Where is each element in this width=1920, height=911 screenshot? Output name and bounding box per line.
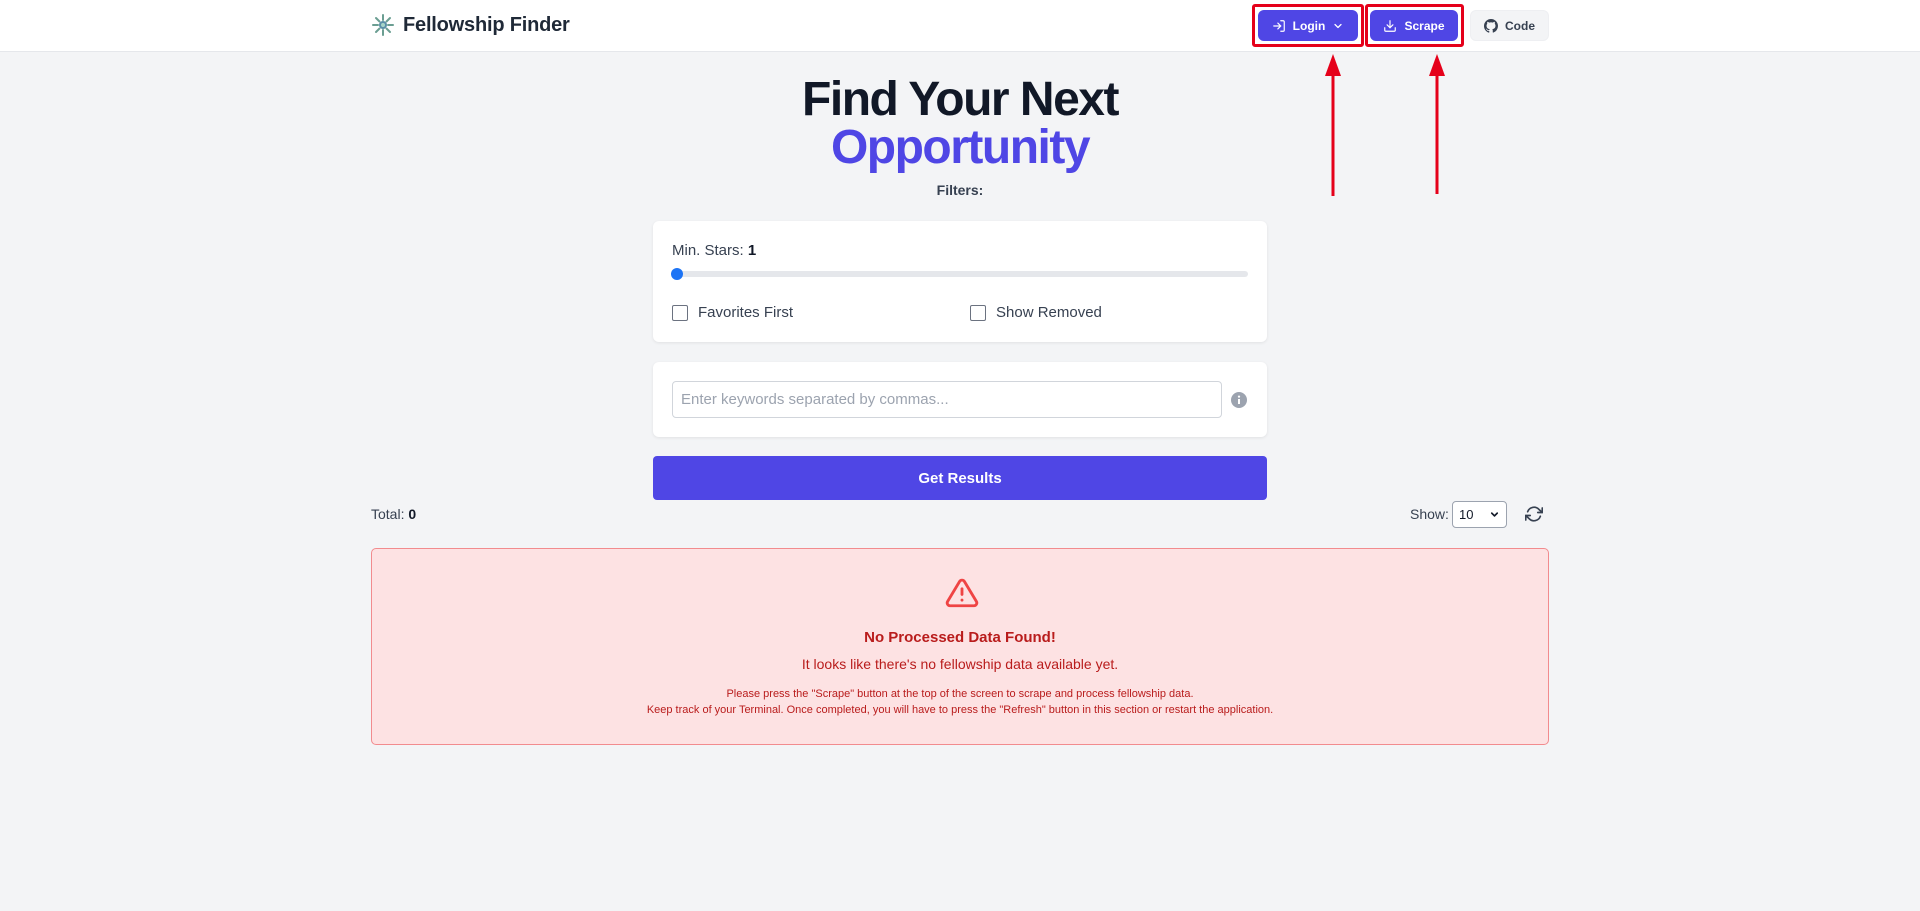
total-count: Total: 0 (371, 506, 416, 522)
info-icon[interactable] (1231, 392, 1247, 408)
min-stars-slider-track[interactable] (672, 271, 1248, 277)
show-removed-label: Show Removed (996, 304, 1102, 321)
alert-subtitle: It looks like there's no fellowship data… (801, 656, 1119, 672)
keywords-input[interactable] (672, 381, 1222, 418)
chevron-down-icon (1334, 23, 1342, 28)
total-value: 0 (408, 506, 417, 522)
alert-note: Keep track of your Terminal. Once comple… (646, 704, 1274, 716)
warning-icon (945, 578, 979, 608)
chevron-down-icon (1490, 512, 1499, 517)
top-navbar: Fellowship Finder Login Scrape Code (0, 0, 1920, 52)
min-stars-text: Min. Stars: (672, 242, 744, 259)
scrape-button[interactable]: Scrape (1370, 10, 1458, 41)
login-button[interactable]: Login (1258, 10, 1358, 41)
code-button[interactable]: Code (1470, 10, 1549, 41)
alert-note: Please press the "Scrape" button at the … (726, 688, 1194, 700)
hero-heading-accent: Opportunity (830, 121, 1091, 174)
favorites-first-box[interactable] (672, 304, 688, 321)
github-icon (1484, 18, 1498, 33)
alert-title: No Processed Data Found! (864, 629, 1056, 646)
filters-label: Filters: (936, 182, 984, 198)
download-icon (1384, 19, 1397, 32)
scrape-label: Scrape (1404, 18, 1445, 33)
total-label: Total: (371, 506, 405, 522)
login-label: Login (1292, 18, 1326, 33)
favorites-first-label: Favorites First (698, 304, 794, 321)
show-label: Show: (1410, 506, 1449, 522)
code-label: Code (1505, 18, 1535, 33)
login-icon (1272, 19, 1285, 32)
search-card (653, 362, 1267, 437)
brand[interactable]: Fellowship Finder (371, 13, 570, 37)
favorites-first-checkbox[interactable]: Favorites First (672, 304, 793, 321)
no-data-alert: No Processed Data Found! It looks like t… (371, 548, 1549, 745)
logo-icon (372, 14, 394, 36)
min-stars-label: Min. Stars: 1 (672, 242, 756, 259)
show-removed-checkbox[interactable]: Show Removed (970, 304, 1102, 321)
filters-card: Min. Stars: 1 Favorites First Show Remov… (653, 221, 1267, 342)
min-stars-slider-thumb[interactable] (671, 268, 683, 280)
page-size-select[interactable]: 10 (1452, 501, 1507, 528)
app-title: Fellowship Finder (403, 13, 570, 36)
get-results-button[interactable]: Get Results (653, 456, 1267, 500)
show-removed-box[interactable] (970, 304, 986, 321)
refresh-icon[interactable] (1525, 505, 1543, 523)
min-stars-value: 1 (747, 242, 757, 259)
page-size-value: 10 (1459, 507, 1474, 522)
